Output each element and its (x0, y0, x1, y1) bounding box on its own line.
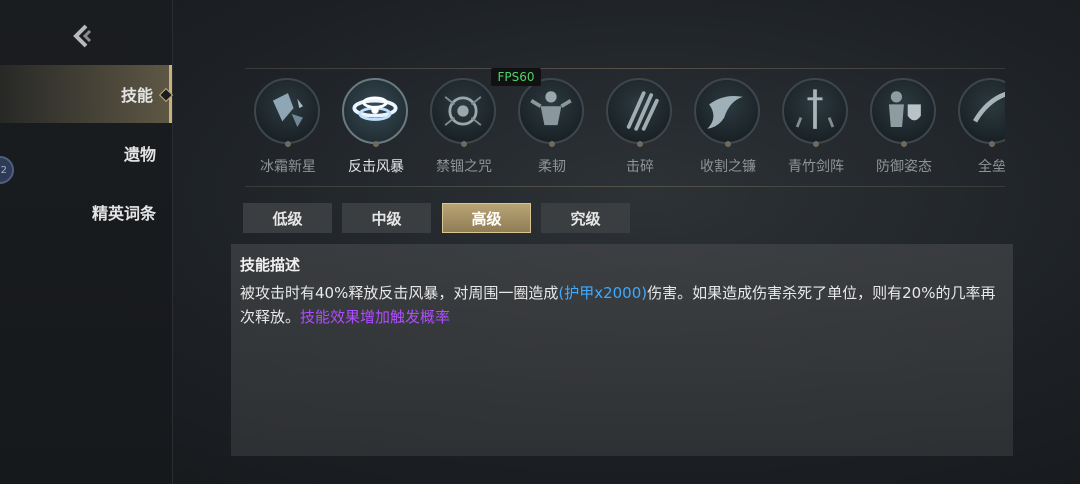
skill-dot (725, 141, 731, 147)
skill-reaping-scythe[interactable]: 收割之镰 (680, 78, 768, 188)
shield-stance-icon (870, 78, 936, 144)
bonus-effect-text: 技能效果增加触发概率 (300, 308, 451, 326)
ice-shard-icon (254, 78, 320, 144)
skill-dot (901, 141, 907, 147)
skill-counter-storm[interactable]: 反击风暴 (328, 78, 416, 188)
edge-badge-text: 22 (0, 164, 7, 176)
skill-name: 收割之镰 (700, 159, 756, 175)
skill-name: 全垒 (978, 159, 1005, 175)
fps-counter: FPS60 (491, 68, 541, 86)
skill-name: 冰霜新星 (260, 159, 316, 175)
skill-carousel[interactable]: 冰霜新星 反击风暴 禁锢之咒 柔韧 击碎 收割之镰 青竹剑阵 防御姿态 全垒 (240, 66, 1005, 188)
skill-name: 禁锢之咒 (436, 159, 492, 175)
tab-high[interactable]: 高级 (442, 203, 531, 233)
skill-defensive-stance[interactable]: 防御姿态 (856, 78, 944, 188)
sidebar-item-relics[interactable]: 遗物 (0, 124, 172, 182)
skill-description-panel: 技能描述 被攻击时有40%释放反击风暴，对周围一圈造成(护甲x2000)伤害。如… (231, 244, 1013, 456)
flex-figure-icon (518, 78, 584, 144)
skill-dot (285, 141, 291, 147)
tab-low[interactable]: 低级 (243, 203, 332, 233)
tab-mid[interactable]: 中级 (342, 203, 431, 233)
skill-binding-curse[interactable]: 禁锢之咒 (416, 78, 504, 188)
skill-partial[interactable]: 全垒 (944, 78, 1005, 188)
sword-array-icon (782, 78, 848, 144)
sidebar-item-label: 精英词条 (91, 204, 156, 223)
description-text: 被攻击时有40%释放反击风暴，对周围一圈造成 (240, 284, 559, 302)
skill-dot (461, 141, 467, 147)
sidebar: 技能 遗物 精英词条 (0, 0, 174, 484)
description-body: 被攻击时有40%释放反击风暴，对周围一圈造成(护甲x2000)伤害。如果造成伤害… (240, 281, 1004, 329)
whirlwind-icon (342, 78, 408, 144)
skill-toughness[interactable]: 柔韧 (504, 78, 592, 188)
back-arrow-icon (73, 24, 92, 48)
skill-dot (637, 141, 643, 147)
claw-slash-icon (606, 78, 672, 144)
sidebar-item-label: 遗物 (123, 145, 156, 164)
scythe-icon (694, 78, 760, 144)
sidebar-item-skills[interactable]: 技能 (0, 65, 174, 123)
back-button[interactable] (60, 18, 104, 54)
sidebar-item-elite-affixes[interactable]: 精英词条 (0, 183, 172, 241)
skill-dot (373, 141, 379, 147)
tab-ultimate[interactable]: 究级 (541, 203, 630, 233)
skill-name: 反击风暴 (348, 159, 404, 175)
skill-bamboo-sword-array[interactable]: 青竹剑阵 (768, 78, 856, 188)
partial-skill-icon (958, 78, 1005, 144)
curse-seal-icon (430, 78, 496, 144)
armor-scaling-highlight: (护甲x2000) (558, 284, 648, 302)
skill-dot (989, 141, 995, 147)
skill-name: 击碎 (626, 159, 654, 175)
skill-smash[interactable]: 击碎 (592, 78, 680, 188)
skill-ice-nova[interactable]: 冰霜新星 (240, 78, 328, 188)
skill-dot (813, 141, 819, 147)
skill-name: 青竹剑阵 (788, 159, 844, 175)
active-marker (158, 87, 174, 103)
sidebar-item-label: 技能 (120, 86, 153, 105)
skill-dot (549, 141, 555, 147)
description-title: 技能描述 (240, 256, 301, 274)
skill-name: 防御姿态 (876, 159, 932, 175)
skill-name: 柔韧 (538, 159, 566, 175)
